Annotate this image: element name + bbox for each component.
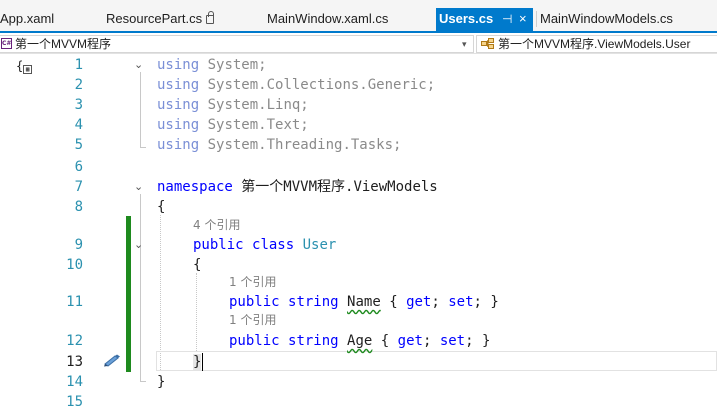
code-line: public string Name { get; set; } [229, 294, 499, 310]
line-number: 12 [66, 333, 83, 349]
code-line: using System.Linq; [157, 97, 309, 113]
tab-label: MainWindowModels.cs [540, 11, 673, 26]
line-number: 5 [74, 137, 83, 153]
line-number: 3 [74, 97, 83, 113]
line-number: 7 [74, 179, 83, 195]
indent-guide [160, 215, 161, 370]
code-line: } [157, 374, 166, 390]
codelens-references[interactable]: 1 个引用 [229, 312, 276, 328]
tab-resourcepart-cs[interactable]: ResourcePart.cs [106, 8, 226, 33]
project-name: 第一个MVVM程序 [15, 37, 112, 51]
line-number: 14 [66, 374, 83, 390]
tab-label: App.xaml [0, 11, 55, 26]
code-line: public string Age { get; set; } [229, 333, 491, 349]
pin-icon[interactable]: ⊣ [502, 8, 512, 30]
tab-mainwindowmodels-cs[interactable]: MainWindowModels.cs [540, 8, 700, 33]
code-line: { [157, 199, 166, 215]
indicator-margin-icon[interactable]: {▦ [16, 59, 33, 74]
code-line: public class User [193, 237, 337, 253]
outline-line [140, 194, 141, 382]
text-caret [202, 353, 203, 371]
line-number: 4 [74, 117, 83, 133]
current-line-highlight [156, 351, 717, 371]
quick-actions-pencil-icon[interactable] [102, 353, 122, 367]
code-line: using System.Threading.Tasks; [157, 137, 402, 153]
code-line: using System.Collections.Generic; [157, 77, 436, 93]
collapse-class-icon[interactable]: ⌄ [134, 235, 145, 255]
change-tracking-bar [126, 216, 131, 372]
type-name: 第一个MVVM程序.ViewModels.User [498, 37, 691, 51]
line-number: 10 [66, 257, 83, 273]
tab-mainwindow-xaml-cs[interactable]: MainWindow.xaml.cs [267, 8, 397, 33]
code-editor[interactable]: {▦ 1 2 3 4 5 6 7 8 9 10 11 12 13 14 15 ⌄… [0, 54, 717, 409]
document-icon: ▦ [23, 65, 33, 74]
csharp-project-icon: C# [1, 38, 12, 49]
line-number: 8 [74, 199, 83, 215]
codelens-references[interactable]: 1 个引用 [229, 274, 276, 290]
document-tab-strip: App.xaml ResourcePart.cs MainWindow.xaml… [0, 0, 717, 33]
class-icon [481, 38, 494, 49]
close-icon[interactable]: × [519, 8, 527, 30]
outline-end [140, 147, 146, 148]
code-line: namespace 第一个MVVM程序.ViewModels [157, 179, 438, 195]
code-line: { [193, 257, 202, 273]
tab-users-cs[interactable]: Users.cs ⊣ × [436, 8, 533, 33]
tab-label: ResourcePart.cs [106, 11, 203, 26]
code-line: using System; [157, 57, 267, 73]
line-number: 2 [74, 77, 83, 93]
line-number: 6 [74, 159, 83, 175]
type-dropdown[interactable]: 第一个MVVM程序.ViewModels.User [476, 35, 717, 53]
dropdown-arrow-icon: ▾ [462, 39, 467, 49]
current-line-number: 13 [66, 354, 83, 370]
lock-icon [206, 11, 215, 24]
tab-label: Users.cs [439, 11, 494, 26]
code-line: using System.Text; [157, 117, 309, 133]
outline-line [140, 72, 141, 148]
line-number: 15 [66, 394, 83, 409]
tab-label: MainWindow.xaml.cs [267, 11, 389, 26]
line-number: 9 [74, 237, 83, 253]
project-dropdown[interactable]: C# 第一个MVVM程序 ▾ [0, 35, 474, 53]
tab-separator [536, 11, 537, 27]
outline-end [140, 381, 146, 382]
codelens-references[interactable]: 4 个引用 [193, 217, 240, 233]
line-number: 1 [74, 57, 83, 73]
indent-guide [196, 273, 197, 351]
code-line: } [193, 354, 202, 370]
line-number: 11 [66, 294, 83, 310]
tab-app-xaml[interactable]: App.xaml [0, 8, 62, 33]
navigation-bar: C# 第一个MVVM程序 ▾ 第一个MVVM程序.ViewModels.User [0, 33, 717, 54]
